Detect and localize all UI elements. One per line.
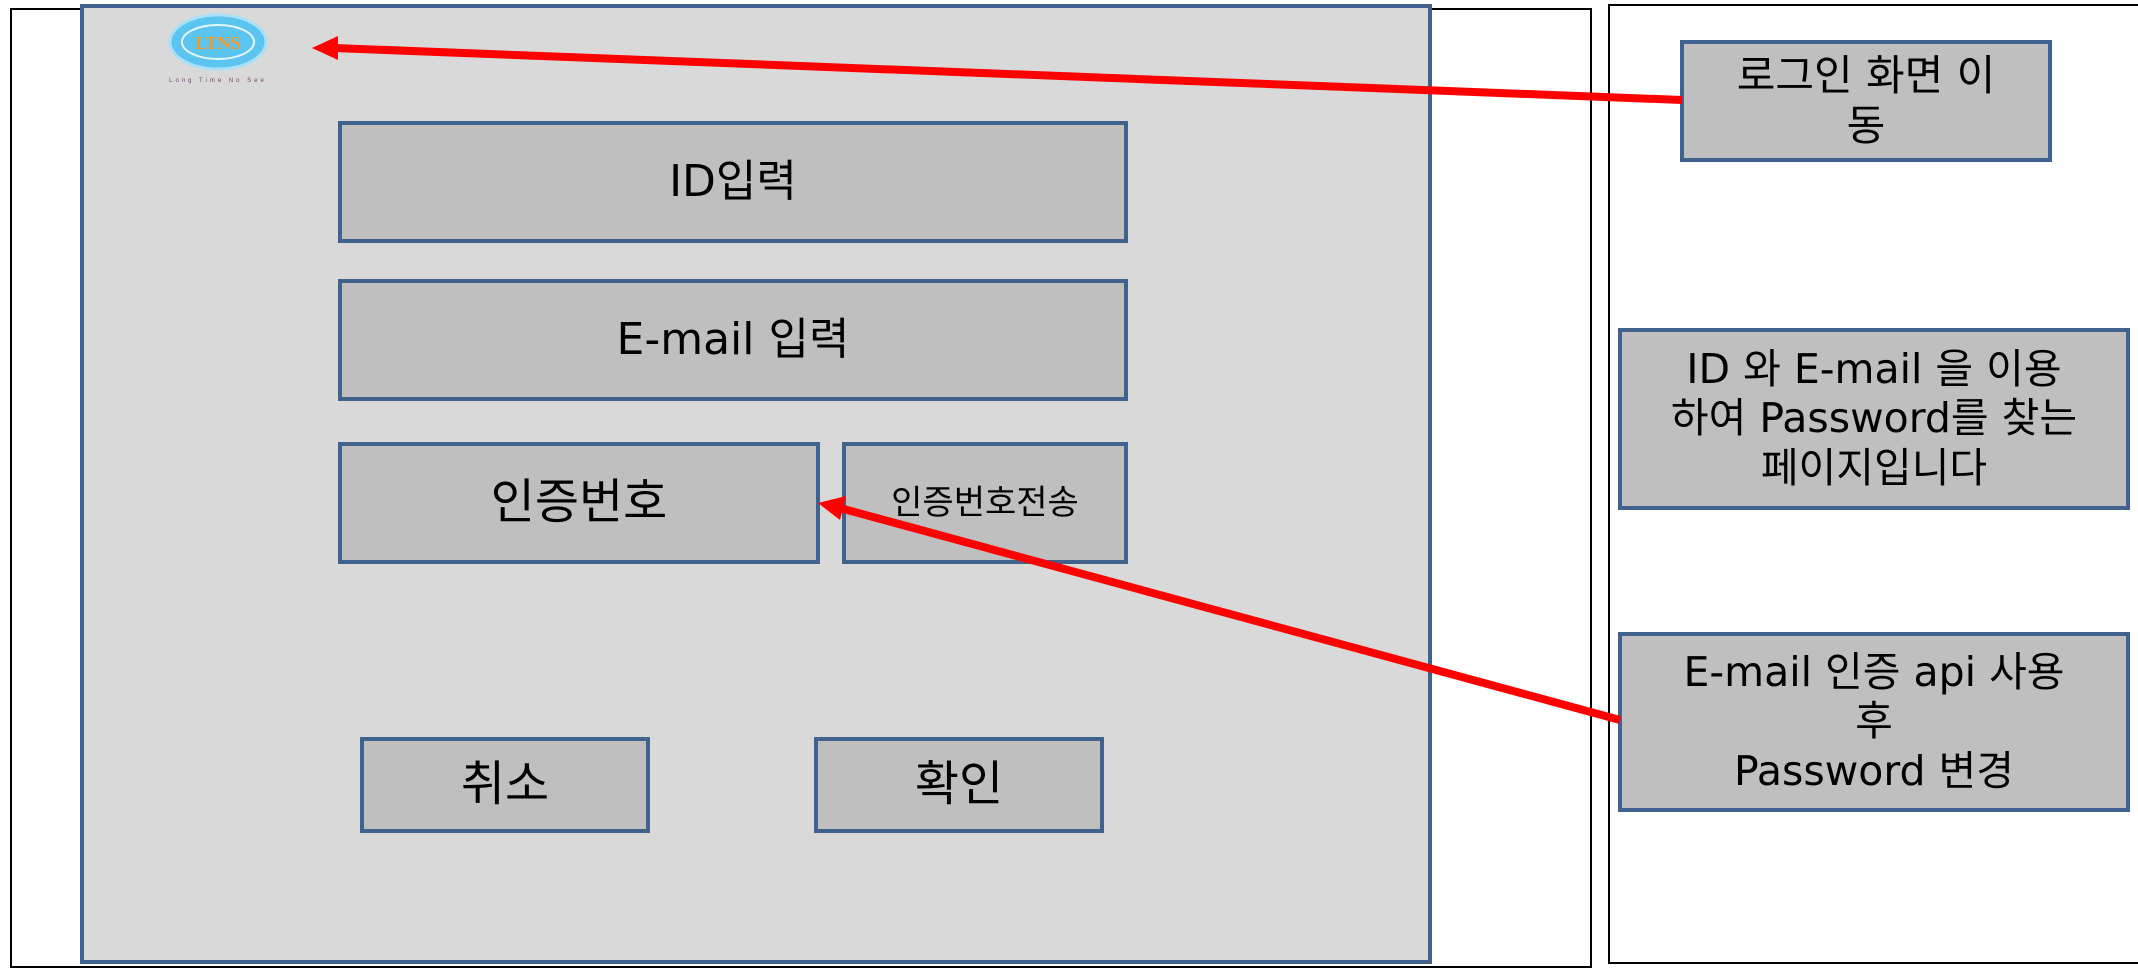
annotation-login-nav: 로그인 화면 이 동 <box>1680 40 2052 162</box>
email-input[interactable]: E-mail 입력 <box>338 279 1128 401</box>
auth-code-input[interactable]: 인증번호 <box>338 442 820 564</box>
email-input-label: E-mail 입력 <box>616 313 850 365</box>
annotation-email-auth-text: E-mail 인증 api 사용 후 Password 변경 <box>1683 648 2065 795</box>
annotation-email-auth: E-mail 인증 api 사용 후 Password 변경 <box>1618 632 2130 812</box>
confirm-label: 확인 <box>914 756 1004 813</box>
cancel-label: 취소 <box>460 756 550 813</box>
auth-code-label: 인증번호 <box>490 474 668 531</box>
annotation-login-nav-text: 로그인 화면 이 동 <box>1736 50 1996 150</box>
cancel-button[interactable]: 취소 <box>360 737 650 833</box>
app-logo[interactable]: LTNS Long Time No See <box>128 10 288 88</box>
logo-caption: Long Time No See <box>169 78 267 84</box>
confirm-button[interactable]: 확인 <box>814 737 1104 833</box>
id-input-label: ID입력 <box>669 155 797 207</box>
annotation-page-description: ID 와 E-mail 을 이용 하여 Password를 찾는 페이지입니다 <box>1618 328 2130 510</box>
send-code-label: 인증번호전송 <box>891 482 1079 523</box>
logo-icon: LTNS Long Time No See <box>168 13 268 84</box>
send-code-button[interactable]: 인증번호전송 <box>842 442 1128 564</box>
annotation-page-description-text: ID 와 E-mail 을 이용 하여 Password를 찾는 페이지입니다 <box>1670 345 2078 492</box>
logo-text: LTNS <box>195 33 240 53</box>
id-input[interactable]: ID입력 <box>338 121 1128 243</box>
